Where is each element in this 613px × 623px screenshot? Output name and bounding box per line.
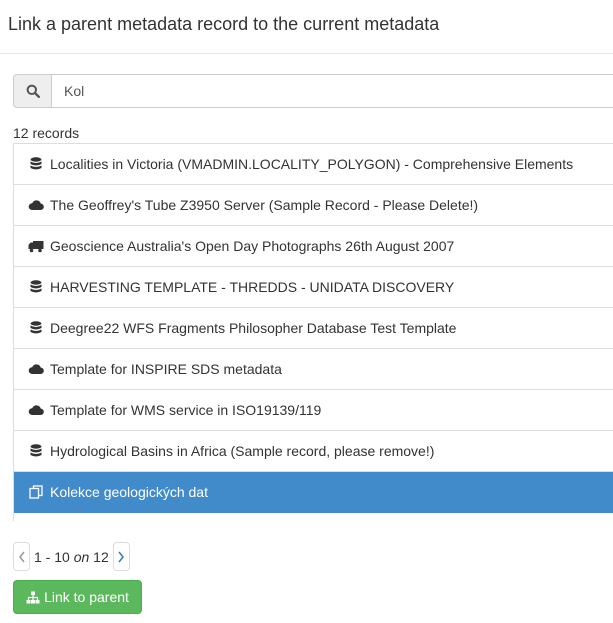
list-item-label: HARVESTING TEMPLATE - THREDDS - UNIDATA …	[50, 279, 455, 295]
list-item-label: Template for INSPIRE SDS metadata	[50, 361, 282, 377]
page-on-label: on	[73, 548, 90, 565]
list-item[interactable]: Deegree22 WFS Fragments Philosopher Data…	[14, 308, 613, 349]
search-input[interactable]	[52, 74, 613, 108]
cloud-icon	[28, 402, 44, 418]
record-list: Localities in Victoria (VMADMIN.LOCALITY…	[13, 143, 613, 521]
link-to-parent-label: Link to parent	[44, 589, 129, 605]
truck-icon	[28, 238, 44, 254]
pagination: 1 - 10 on 12	[13, 542, 130, 571]
list-item[interactable]: Geoscience Australia's Open Day Photogra…	[14, 226, 613, 267]
list-item[interactable]: Hydrological Basins in Africa (Sample re…	[14, 431, 613, 472]
cloud-icon	[28, 361, 44, 377]
list-item[interactable]: Template for WMS service in ISO19139/119	[14, 390, 613, 431]
cloud-icon	[28, 197, 44, 213]
list-item-label: Geoscience Australia's Open Day Photogra…	[50, 238, 455, 254]
record-count: 12 records	[13, 125, 80, 141]
next-page-button[interactable]	[112, 542, 130, 571]
previous-page-button[interactable]	[13, 542, 30, 571]
list-item[interactable]: Template for INSPIRE SDS metadata	[14, 349, 613, 390]
page-total: 12	[93, 548, 109, 565]
list-item[interactable]: The Geoffrey's Tube Z3950 Server (Sample…	[14, 185, 613, 226]
search-icon	[13, 74, 52, 108]
list-item-label: The Geoffrey's Tube Z3950 Server (Sample…	[50, 197, 479, 213]
list-item[interactable]: Localities in Victoria (VMADMIN.LOCALITY…	[14, 144, 613, 185]
header-divider	[0, 53, 613, 54]
database-icon	[28, 320, 44, 336]
link-to-parent-button[interactable]: Link to parent	[13, 580, 142, 614]
dialog-title: Link a parent metadata record to the cur…	[8, 14, 440, 34]
chevron-right-icon	[118, 551, 125, 562]
database-icon	[28, 156, 44, 172]
copy-icon	[28, 484, 44, 500]
list-item-label: Template for WMS service in ISO19139/119	[50, 402, 322, 418]
database-icon	[28, 443, 44, 459]
chevron-left-icon	[18, 551, 25, 562]
list-item-selected[interactable]: Kolekce geologických dat	[14, 472, 613, 513]
search-group	[13, 74, 613, 108]
list-item[interactable]: HARVESTING TEMPLATE - THREDDS - UNIDATA …	[14, 267, 613, 308]
list-item-label: Localities in Victoria (VMADMIN.LOCALITY…	[50, 156, 574, 172]
list-item-label: Hydrological Basins in Africa (Sample re…	[50, 443, 435, 459]
list-item-label: Deegree22 WFS Fragments Philosopher Data…	[50, 320, 457, 336]
pagination-label: 1 - 10 on 12	[34, 549, 109, 565]
sitemap-icon	[26, 591, 40, 604]
list-item-label: Kolekce geologických dat	[50, 484, 208, 500]
database-icon	[28, 279, 44, 295]
page-range: 1 - 10	[34, 548, 70, 565]
